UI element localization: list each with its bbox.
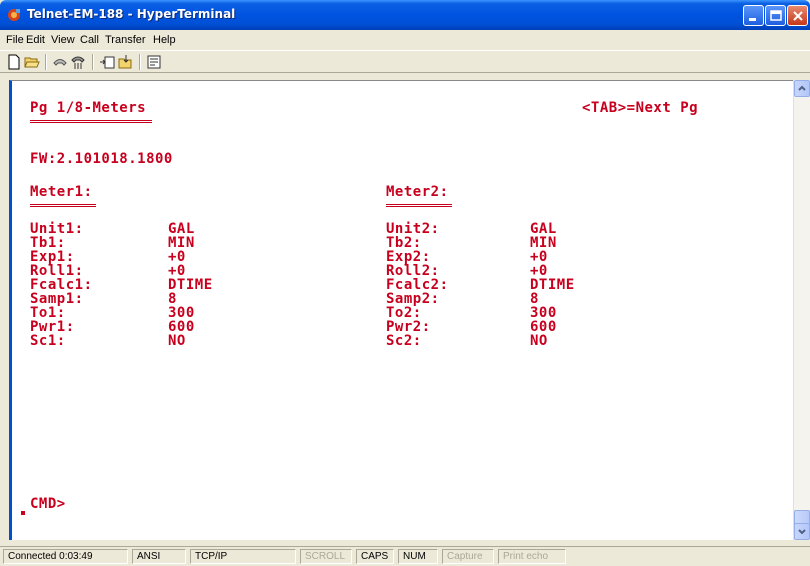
maximize-icon bbox=[770, 10, 782, 21]
close-button[interactable] bbox=[787, 5, 808, 26]
toolbar-separator bbox=[45, 54, 47, 70]
scroll-up-button[interactable] bbox=[794, 80, 810, 97]
maximize-button[interactable] bbox=[765, 5, 786, 26]
page-title-underline bbox=[30, 120, 152, 123]
status-scroll: SCROLL bbox=[300, 549, 352, 564]
disconnect-icon[interactable] bbox=[52, 54, 68, 70]
status-bar: Connected 0:03:49 ANSI TCP/IP SCROLL CAP… bbox=[0, 546, 810, 566]
toolbar-separator bbox=[92, 54, 94, 70]
new-icon[interactable] bbox=[6, 54, 22, 70]
menu-bar: File Edit View Call Transfer Help bbox=[0, 30, 810, 50]
status-connected: Connected 0:03:49 bbox=[3, 549, 128, 564]
title-bar[interactable]: Telnet-EM-188 - HyperTerminal bbox=[0, 0, 810, 30]
next-page-hint: <TAB>=Next Pg bbox=[582, 100, 699, 116]
receive-icon[interactable] bbox=[117, 54, 133, 70]
meter1-value: NO bbox=[168, 333, 186, 349]
menu-transfer[interactable]: Transfer bbox=[105, 34, 146, 46]
status-emulation: ANSI bbox=[132, 549, 186, 564]
close-icon bbox=[793, 11, 803, 21]
page-title: Pg 1/8-Meters bbox=[30, 100, 147, 116]
meter2-header: Meter2: bbox=[386, 184, 449, 200]
minimize-button[interactable] bbox=[743, 5, 764, 26]
meter2-value: NO bbox=[530, 333, 548, 349]
dial-icon[interactable] bbox=[70, 54, 86, 70]
scroll-down-button[interactable] bbox=[794, 523, 810, 540]
toolbar bbox=[0, 50, 810, 73]
send-icon[interactable] bbox=[99, 54, 115, 70]
meter1-header: Meter1: bbox=[30, 184, 93, 200]
open-icon[interactable] bbox=[24, 54, 40, 70]
minimize-icon bbox=[749, 18, 756, 21]
status-capture: Capture bbox=[442, 549, 494, 564]
menu-view[interactable]: View bbox=[51, 34, 75, 46]
status-protocol: TCP/IP bbox=[190, 549, 296, 564]
status-num: NUM bbox=[398, 549, 438, 564]
window-title: Telnet-EM-188 - HyperTerminal bbox=[27, 7, 236, 21]
firmware-version: FW:2.101018.1800 bbox=[30, 151, 173, 167]
menu-help[interactable]: Help bbox=[153, 34, 176, 46]
vertical-scrollbar[interactable] bbox=[793, 80, 810, 540]
status-caps: CAPS bbox=[356, 549, 394, 564]
terminal-screen[interactable]: Pg 1/8-Meters <TAB>=Next Pg FW:2.101018.… bbox=[9, 80, 793, 540]
hyperterminal-icon bbox=[8, 9, 20, 21]
toolbar-separator bbox=[139, 54, 141, 70]
meter2-underline bbox=[386, 204, 452, 207]
meter2-label: Sc2: bbox=[386, 333, 422, 349]
menu-file[interactable]: File bbox=[6, 34, 24, 46]
menu-edit[interactable]: Edit bbox=[26, 34, 45, 46]
properties-icon[interactable] bbox=[146, 54, 162, 70]
chevron-up-icon bbox=[798, 85, 806, 91]
command-prompt: CMD> bbox=[30, 496, 66, 512]
meter1-label: Sc1: bbox=[30, 333, 66, 349]
menu-call[interactable]: Call bbox=[80, 34, 99, 46]
meter1-underline bbox=[30, 204, 96, 207]
chevron-down-icon bbox=[798, 529, 806, 535]
terminal-cursor bbox=[21, 511, 25, 515]
status-print-echo: Print echo bbox=[498, 549, 566, 564]
